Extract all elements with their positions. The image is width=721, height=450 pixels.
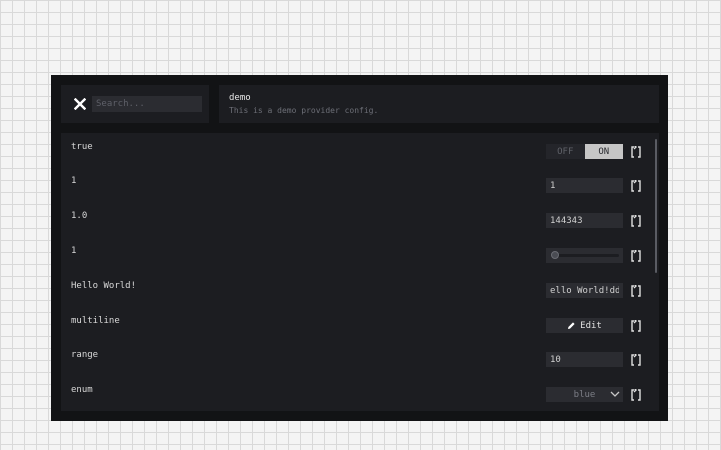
provider-header: demo This is a demo provider config. [219, 85, 659, 123]
pencil-icon [568, 322, 575, 329]
config-row-label: multiline [71, 316, 120, 326]
slider-knob[interactable] [551, 251, 559, 259]
reset-icon[interactable] [629, 318, 643, 333]
reset-icon[interactable] [629, 178, 643, 193]
number-input[interactable] [546, 178, 623, 193]
config-row-text: Hello World! [61, 272, 651, 306]
reset-icon[interactable] [629, 248, 643, 263]
config-row-label: 1 [71, 176, 77, 186]
search-input[interactable] [92, 96, 202, 112]
provider-name: demo [229, 93, 251, 103]
reset-icon[interactable] [629, 283, 643, 298]
config-row-float: 1.0 [61, 202, 651, 236]
config-row-multiline: multiline Edit [61, 307, 651, 341]
scrollbar[interactable] [655, 139, 657, 273]
edit-button-label: Edit [580, 320, 602, 331]
on-off-toggle[interactable]: OFF ON [546, 144, 623, 159]
toggle-on-option[interactable]: ON [584, 144, 623, 159]
config-row-label: 1.0 [71, 211, 88, 221]
search-bar [61, 85, 209, 123]
reset-icon[interactable] [629, 144, 643, 159]
slider-rail [552, 254, 619, 257]
config-list: true OFF ON 1 1.0 1 [61, 133, 659, 411]
config-window: demo This is a demo provider config. tru… [51, 75, 668, 421]
config-row-enum: enum blue [61, 376, 651, 410]
config-row-label: enum [71, 385, 93, 395]
config-row-toggle: true OFF ON [61, 133, 651, 167]
enum-select[interactable]: blue [546, 387, 623, 402]
float-input[interactable] [546, 213, 623, 228]
range-input[interactable] [546, 352, 623, 367]
config-row-label: 1 [71, 246, 77, 256]
reset-icon[interactable] [629, 352, 643, 367]
text-input[interactable] [546, 283, 623, 298]
config-row-number: 1 [61, 167, 651, 201]
reset-icon[interactable] [629, 387, 643, 402]
toggle-off-option[interactable]: OFF [546, 144, 585, 159]
chevron-down-icon [610, 391, 620, 397]
slider[interactable] [546, 248, 623, 263]
edit-button[interactable]: Edit [546, 318, 623, 333]
enum-selected-value: blue [573, 389, 596, 400]
close-icon[interactable] [70, 94, 90, 114]
config-row-slider: 1 [61, 237, 651, 271]
config-row-label: range [71, 350, 99, 360]
provider-description: This is a demo provider config. [229, 106, 379, 115]
config-row-range: range [61, 341, 651, 375]
config-row-label: Hello World! [71, 281, 137, 291]
config-row-label: true [71, 142, 93, 152]
reset-icon[interactable] [629, 213, 643, 228]
